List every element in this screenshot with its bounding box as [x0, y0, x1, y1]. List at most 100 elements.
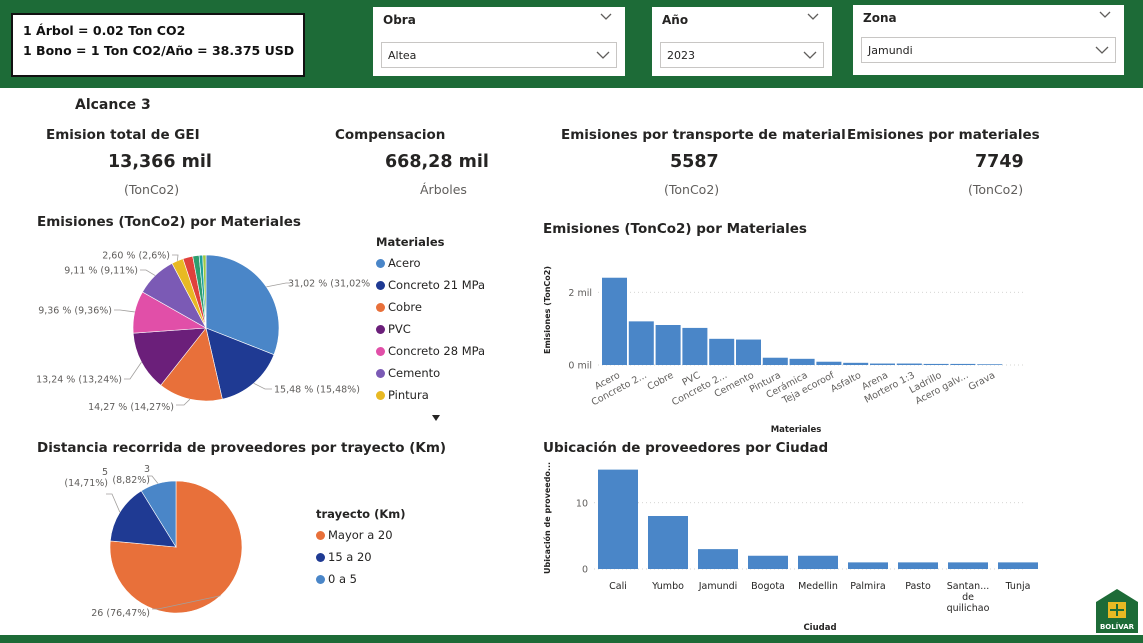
legend-item-0-a-5[interactable]: 0 a 5: [316, 568, 416, 590]
chevron-down-icon: [1095, 46, 1109, 54]
bar[interactable]: [950, 363, 976, 365]
legend-item-concreto-21-mpa[interactable]: Concreto 21 MPa: [376, 274, 496, 296]
bar[interactable]: [698, 549, 738, 569]
chevron-down-icon[interactable]: [806, 11, 820, 23]
legend-item-pvc[interactable]: PVC: [376, 318, 496, 340]
legend-label: Cobre: [388, 300, 422, 314]
legend-label: PVC: [388, 322, 411, 336]
legend-marker: [376, 280, 385, 290]
bar[interactable]: [798, 555, 838, 569]
logo-text: BOLÍVAR: [1100, 622, 1135, 631]
legend-label: Concreto 21 MPa: [388, 278, 486, 292]
slicer-anio: Año 2023: [652, 7, 832, 76]
slicer-zona-dropdown[interactable]: Jamundi: [861, 37, 1116, 63]
bar[interactable]: [870, 363, 895, 365]
filter-header-bar: 1 Árbol = 0.02 Ton CO2 1 Bono = 1 Ton CO…: [0, 0, 1143, 88]
slicer-anio-dropdown[interactable]: 2023: [660, 42, 824, 68]
legend-label: Mayor a 20: [328, 528, 393, 542]
legend-scroll-down-icon[interactable]: [431, 414, 441, 422]
pie-distancia-chart: 26 (76,47%) 5(14,71%) 3(8,82%): [64, 464, 243, 619]
legend-label: Pintura: [388, 388, 429, 402]
y-axis-title: Emisiones (TonCo2): [543, 266, 552, 354]
legend-label: Cemento: [388, 366, 441, 380]
chevron-down-icon[interactable]: [1098, 9, 1112, 21]
x-tick-label: quilichao: [947, 603, 990, 614]
bar[interactable]: [977, 364, 1003, 365]
bar[interactable]: [736, 339, 761, 365]
kpi-total-value: 13,366 mil: [108, 152, 212, 172]
x-tick-label: Grava: [967, 370, 997, 393]
bar-ciudad-title: Ubicación de proveedores por Ciudad: [543, 440, 829, 456]
bar[interactable]: [896, 363, 922, 365]
bar[interactable]: [843, 362, 869, 365]
slicer-anio-label: Año: [662, 13, 689, 27]
chevron-down-icon: [803, 51, 817, 59]
pie-leader-line: [106, 493, 121, 513]
legend-item-pintura[interactable]: Pintura: [376, 384, 496, 406]
bar[interactable]: [923, 363, 949, 365]
legend-item-mayor-a-20[interactable]: Mayor a 20: [316, 524, 416, 546]
legend-item-concreto-28-mpa[interactable]: Concreto 28 MPa: [376, 340, 496, 362]
bar[interactable]: [816, 361, 842, 365]
slicer-zona: Zona Jamundi: [853, 5, 1124, 75]
pie-leader-line: [253, 382, 272, 390]
bar[interactable]: [948, 562, 988, 569]
info-line-2: 1 Bono = 1 Ton CO2/Año = 38.375 USD: [23, 43, 295, 58]
section-title: Alcance 3: [75, 97, 151, 113]
bar[interactable]: [709, 338, 735, 365]
pie-data-label: 26 (76,47%): [91, 608, 150, 619]
x-axis-title: Materiales: [771, 425, 822, 435]
legend-item-acero[interactable]: Acero: [376, 252, 496, 274]
bar[interactable]: [998, 562, 1038, 569]
pie-distancia-title: Distancia recorrida de proveedores por t…: [37, 440, 447, 456]
bar[interactable]: [682, 327, 708, 365]
x-tick-label: Bogota: [751, 581, 785, 592]
x-tick-label: Pasto: [905, 581, 931, 592]
legend-marker: [316, 530, 325, 540]
legend-marker: [376, 302, 385, 312]
footer-bar: [0, 635, 1143, 643]
bar-materiales-chart: 0 mil2 milAceroConcreto 2...Cobre PVCConc…: [543, 266, 1026, 435]
legend-marker: [376, 324, 385, 334]
kpi-transporte-unit: (TonCo2): [664, 182, 720, 197]
pie-leader-line: [124, 361, 142, 380]
legend-label: Acero: [388, 256, 421, 270]
x-axis-title: Ciudad: [803, 623, 836, 633]
pie-data-label: 31,02 % (31,02%): [288, 279, 370, 290]
slicer-obra-dropdown[interactable]: Altea: [381, 42, 617, 68]
pie-data-label: (8,82%): [112, 475, 150, 486]
x-tick-label: Cobre: [646, 370, 676, 393]
bar[interactable]: [648, 516, 688, 569]
pie-data-label: 3: [144, 464, 150, 475]
slicer-zona-value: Jamundi: [868, 44, 913, 57]
pie-materiales-legend-title: Materiales: [376, 235, 445, 249]
bar[interactable]: [602, 277, 627, 365]
bar-materiales-title: Emisiones (TonCo2) por Materiales: [543, 221, 807, 237]
bar[interactable]: [748, 555, 788, 569]
bar[interactable]: [598, 469, 638, 569]
pie-data-label: 14,27 % (14,27%): [88, 402, 174, 413]
bar[interactable]: [789, 358, 815, 365]
kpi-materiales-title: Emisiones por materiales: [847, 127, 1040, 143]
kpi-transporte-value: 5587: [670, 152, 719, 172]
bar[interactable]: [762, 357, 788, 365]
chevron-down-icon: [596, 51, 610, 59]
pie-data-label: 2,60 % (2,6%): [102, 251, 170, 262]
y-tick-label: 0 mil: [568, 361, 592, 372]
legend-item-15-a-20[interactable]: 15 a 20: [316, 546, 416, 568]
pie-data-label: 13,24 % (13,24%): [36, 375, 122, 386]
pie-distancia-legend-title: trayecto (Km): [316, 507, 406, 521]
y-tick-label: 10: [576, 498, 588, 509]
y-tick-label: 0: [582, 565, 588, 576]
bar[interactable]: [848, 562, 888, 569]
legend-item-cemento[interactable]: Cemento: [376, 362, 496, 384]
x-tick-label: Yumbo: [651, 581, 684, 592]
bar[interactable]: [898, 562, 938, 569]
bar-ciudad-chart: 0 10 Cali Yumbo Jamundi Bogota Medellin Palmira…: [542, 462, 1038, 633]
y-axis-title: Ubicación de proveedo...: [542, 462, 552, 574]
legend-item-cobre[interactable]: Cobre: [376, 296, 496, 318]
bar[interactable]: [628, 321, 654, 365]
legend-marker: [376, 390, 385, 400]
chevron-down-icon[interactable]: [599, 11, 613, 23]
bar[interactable]: [655, 325, 681, 365]
